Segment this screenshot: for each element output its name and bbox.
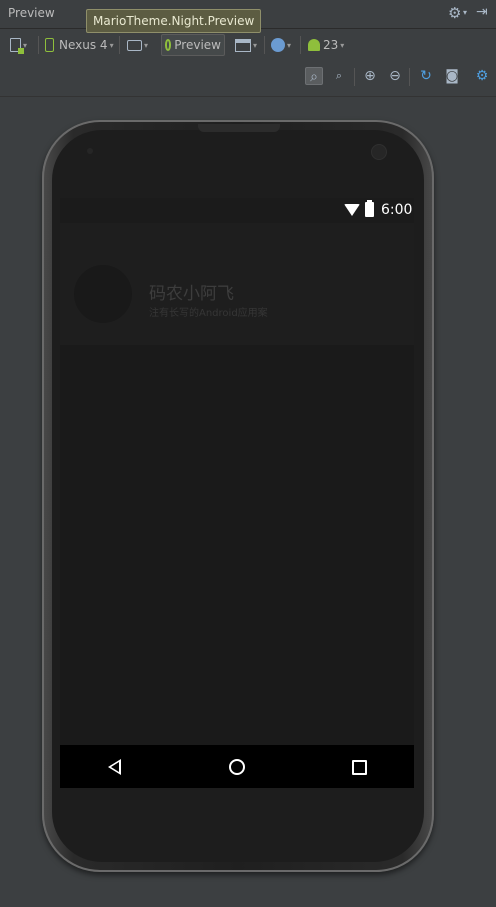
configuration-file-icon xyxy=(10,38,24,54)
zoom-in-icon[interactable]: ⊕ xyxy=(361,67,379,85)
home-icon[interactable] xyxy=(229,759,245,775)
device-screen: 6:00 码农小阿飞 注有长写的Android应用案 xyxy=(60,198,414,788)
app-title: 码农小阿飞 xyxy=(149,284,234,304)
theme-tooltip: MarioTheme.Night.Preview xyxy=(86,9,262,33)
chevron-down-icon: ▾ xyxy=(253,40,258,50)
api-level-label: 23 xyxy=(323,38,339,52)
chevron-down-icon: ▾ xyxy=(340,40,345,50)
toolbar-divider xyxy=(409,68,410,86)
preview-toolbar: ▾ Nexus 4 ▾ ▾ Preview ▾ ▾ 23 ▾ xyxy=(0,30,496,60)
toolbar-divider xyxy=(264,36,265,54)
phone-icon xyxy=(45,38,54,52)
zoom-out-icon[interactable]: ⊖ xyxy=(386,67,404,85)
orientation-button[interactable]: ▾ xyxy=(127,34,148,56)
device-label: Nexus 4 xyxy=(59,38,108,52)
navigation-bar xyxy=(60,745,414,788)
rotate-screen-icon xyxy=(127,39,142,51)
toolbar-divider xyxy=(354,68,355,86)
hide-panel-icon[interactable]: ⇥ xyxy=(476,4,488,20)
app-header: 码农小阿飞 注有长写的Android应用案 xyxy=(60,223,414,345)
activity-layout-button[interactable]: ▾ xyxy=(235,34,257,56)
status-bar: 6:00 xyxy=(60,198,414,223)
chevron-down-icon: ▾ xyxy=(144,40,149,50)
device-selector[interactable]: Nexus 4 ▾ xyxy=(45,34,114,56)
options-gear-icon[interactable]: ⚙ xyxy=(473,67,491,85)
chevron-down-icon: ▾ xyxy=(287,40,292,50)
toolbar-divider xyxy=(38,36,39,54)
app-subtitle: 注有长写的Android应用案 xyxy=(149,308,268,319)
screenshot-camera-icon[interactable]: ◙ xyxy=(443,67,461,85)
battery-icon xyxy=(365,200,374,217)
phone-speaker xyxy=(198,124,280,132)
theme-selector[interactable]: Preview xyxy=(161,34,225,56)
status-time: 6:00 xyxy=(381,202,413,218)
locale-button[interactable]: ▾ xyxy=(271,34,291,56)
preview-panel: Preview ⚙ ▾ ⇥ MarioTheme.Night.Preview ▾… xyxy=(0,0,496,907)
recents-icon[interactable] xyxy=(352,760,367,775)
toolbar-divider xyxy=(300,36,301,54)
zoom-actual-size-icon[interactable]: ⌕ xyxy=(330,67,348,85)
front-camera-icon xyxy=(371,144,387,160)
theme-icon xyxy=(165,39,172,51)
zoom-toolbar: ⌕ ⌕ ⊕ ⊖ ↻ ◙ ⚙ xyxy=(0,62,496,92)
globe-icon xyxy=(271,38,285,52)
android-icon xyxy=(308,39,320,51)
zoom-to-fit-icon[interactable]: ⌕ xyxy=(305,67,323,85)
settings-gear-icon[interactable]: ⚙ xyxy=(448,4,461,22)
panel-title: Preview xyxy=(8,6,55,20)
layout-icon xyxy=(235,38,251,52)
wifi-icon xyxy=(344,204,360,216)
settings-dropdown-caret-icon[interactable]: ▾ xyxy=(463,8,467,17)
back-icon[interactable] xyxy=(108,759,121,775)
toolbar-divider xyxy=(119,36,120,54)
api-level-selector[interactable]: 23 ▾ xyxy=(308,34,344,56)
avatar[interactable] xyxy=(74,265,132,323)
chevron-down-icon: ▾ xyxy=(109,40,114,50)
refresh-icon[interactable]: ↻ xyxy=(417,67,435,85)
theme-label: Preview xyxy=(174,38,221,52)
proximity-sensor xyxy=(87,148,93,154)
configuration-button[interactable]: ▾ xyxy=(10,34,27,56)
